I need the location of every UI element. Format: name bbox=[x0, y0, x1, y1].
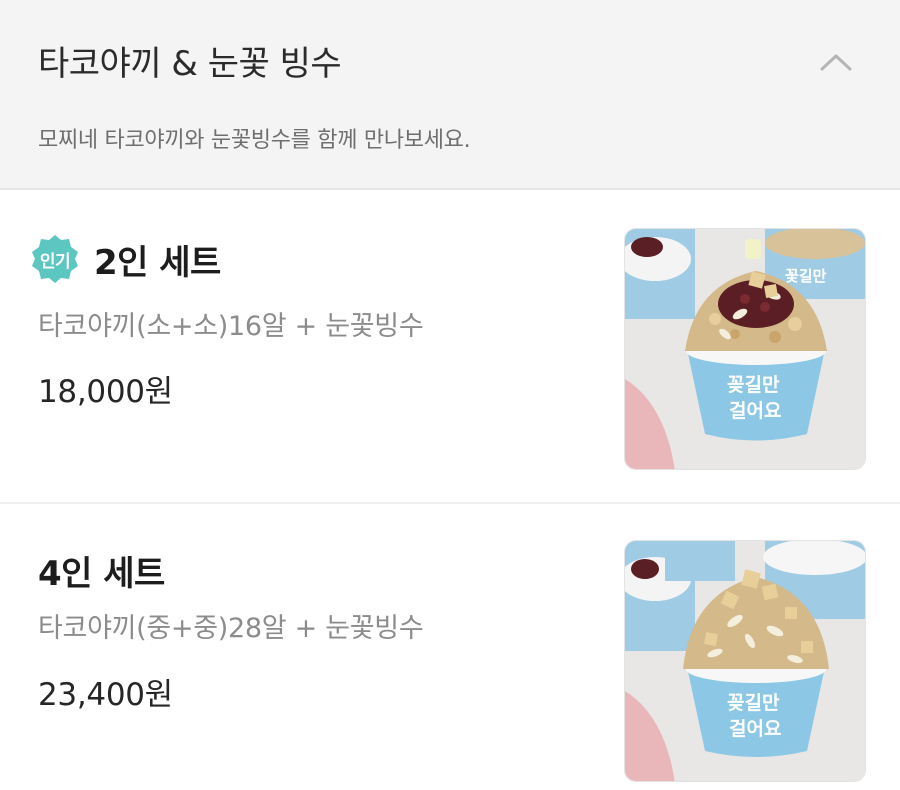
item-name: 2인 세트 bbox=[94, 242, 221, 283]
item-price: 23,400원 bbox=[38, 677, 173, 713]
category-header: 타코야끼 & 눈꽃 빙수 모찌네 타코야끼와 눈꽃빙수를 함께 만나보세요. bbox=[0, 0, 900, 190]
category-description: 모찌네 타코야끼와 눈꽃빙수를 함께 만나보세요. bbox=[38, 128, 471, 153]
popular-badge: 인기 bbox=[28, 232, 82, 286]
cup-text-2: 걸어요 bbox=[729, 718, 781, 740]
cup-text-1: 꽂길만 bbox=[727, 374, 780, 396]
category-title: 타코야끼 & 눈꽃 빙수 bbox=[38, 44, 342, 84]
item-name: 4인 세트 bbox=[38, 554, 165, 594]
cup-text-2: 걸어요 bbox=[729, 400, 781, 422]
item-price: 18,000원 bbox=[38, 374, 173, 410]
menu-page: 타코야끼 & 눈꽃 빙수 모찌네 타코야끼와 눈꽃빙수를 함께 만나보세요. 인… bbox=[0, 0, 900, 790]
item-description: 타코야끼(중+중)28알 + 눈꽃빙수 bbox=[38, 613, 424, 644]
item-name-row: 인기 2인 세트 bbox=[28, 232, 221, 286]
item-name-row: 4인 세트 bbox=[38, 546, 165, 595]
cup-text-1: 꽂길만 bbox=[727, 692, 780, 714]
collapse-toggle-button[interactable] bbox=[808, 38, 864, 86]
badge-label: 인기 bbox=[39, 251, 71, 272]
item-photo: 꽂길만 걸어요 bbox=[624, 540, 866, 782]
menu-item-4-person-set[interactable]: 4인 세트 타코야끼(중+중)28알 + 눈꽃빙수 23,400원 꽂길만 걸어… bbox=[0, 506, 900, 790]
item-description: 타코야끼(소+소)16알 + 눈꽃빙수 bbox=[38, 311, 424, 342]
menu-item-2-person-set[interactable]: 인기 2인 세트 타코야끼(소+소)16알 + 눈꽃빙수 18,000원 꽃길만 bbox=[0, 192, 900, 504]
cup-text-back: 꽃길만 bbox=[785, 267, 827, 285]
item-photo: 꽃길만 꽂길만 걸어요 bbox=[624, 228, 866, 470]
chevron-up-icon bbox=[820, 54, 852, 71]
